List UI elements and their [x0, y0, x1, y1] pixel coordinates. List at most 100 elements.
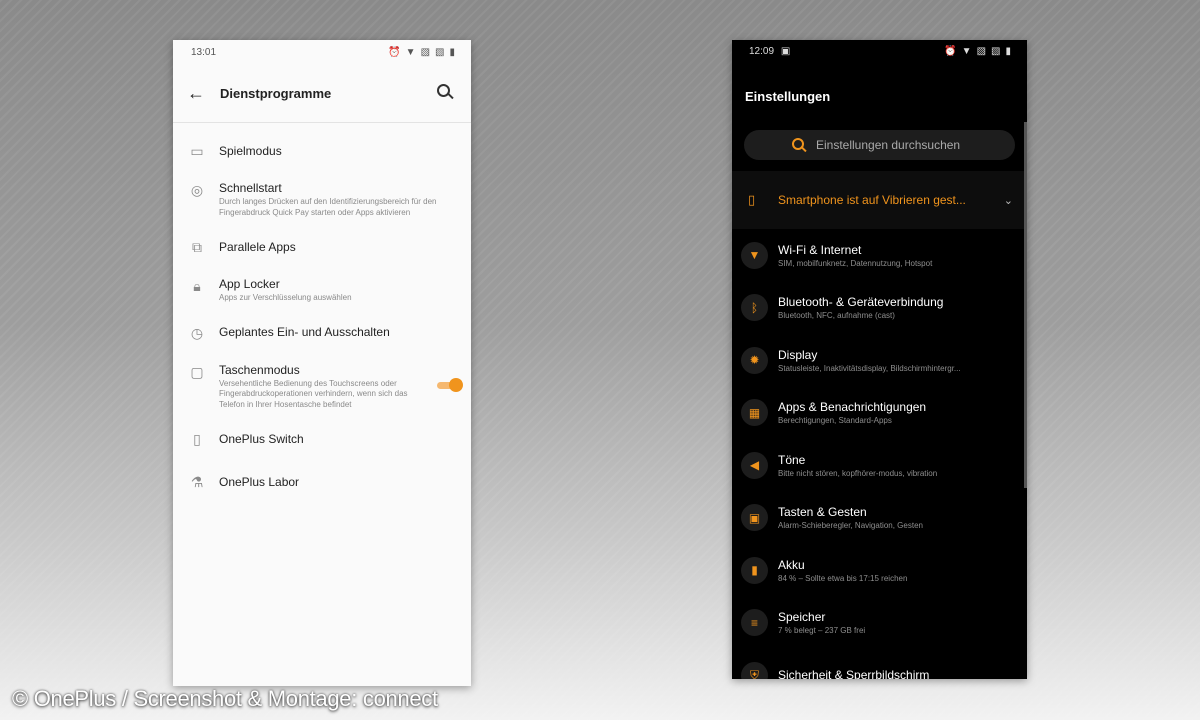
list-item[interactable]: 🔒︎ App Locker Apps zur Verschlüsselung aus… [173, 268, 471, 311]
list-item-text: OnePlus Switch [219, 430, 461, 448]
settings-item-title: Töne [778, 452, 806, 467]
settings-item[interactable]: ◀ Töne Bitte nicht stören, kopfhörer-modus… [732, 439, 1027, 492]
status-bar: 13:01 ⏰ ▼ ▧ ▧ ▮ [173, 40, 471, 64]
search-icon[interactable] [435, 82, 457, 104]
settings-item[interactable]: ▣ Tasten & Gesten Alarm-Schieberegler, Nav… [732, 492, 1027, 545]
parallel-apps-icon: ⧉ [192, 239, 202, 255]
status-time: 13:01 [191, 46, 217, 58]
settings-item[interactable]: ⛨ Sicherheit & Sperrbildschirm [732, 649, 1027, 679]
settings-item-text: Sicherheit & Sperrbildschirm [778, 667, 929, 679]
settings-item[interactable]: ▦ Apps & Benachrichtigungen Berechtigungen… [732, 387, 1027, 440]
settings-item-text: Apps & Benachrichtigungen Berechtigungen,… [778, 399, 926, 426]
alarm-icon: ⏰ [388, 46, 401, 58]
settings-item-subtitle: Berechtigungen, Standard-Apps [778, 416, 892, 426]
settings-item-title: Wi-Fi & Internet [778, 242, 862, 257]
app-bar: ← Dienstprogramme [173, 64, 471, 123]
list-item[interactable]: ▢ Taschenmodus Versehentliche Bedienung de… [173, 354, 471, 418]
alarm-icon: ⏰ [944, 45, 957, 57]
security-icon: ⛨ [741, 661, 768, 679]
flask-icon: ⚗ [190, 474, 204, 490]
dark-phone-screen: 12:09 ▣ ⏰ ▼ ▧ ▧ ▮ Einstellungen Einstell… [732, 40, 1027, 679]
settings-item-title: Display [778, 347, 818, 362]
bluetooth-icon: ᛒ [741, 294, 768, 322]
gamepad-icon: ▭ [190, 143, 204, 159]
settings-item[interactable]: ≡ Speicher 7 % belegt – 237 GB frei [732, 597, 1027, 650]
lock-icon: 🔒︎ [193, 278, 201, 294]
image-credit: © OnePlus / Screenshot & Montage: connec… [12, 686, 438, 711]
settings-item-text: Töne Bitte nicht stören, kopfhörer-modus,… [778, 452, 937, 479]
list-item-title: Spielmodus [219, 143, 282, 158]
settings-item-title: Sicherheit & Sperrbildschirm [778, 668, 930, 679]
settings-item-title: Apps & Benachrichtigungen [778, 400, 927, 415]
settings-item-subtitle: SIM, mobilfunknetz, Datennutzung, Hotspo… [778, 258, 933, 268]
phone-switch-icon: ▯ [193, 431, 201, 447]
scrollbar[interactable] [1024, 122, 1027, 488]
search-placeholder: Einstellungen durchsuchen [816, 138, 961, 152]
list-item-title: OnePlus Labor [219, 474, 300, 489]
list-item-title: Schnellstart [219, 181, 282, 195]
settings-item-title: Tasten & Gesten [778, 505, 867, 520]
search-icon [790, 136, 807, 153]
settings-item[interactable]: ▮ Akku 84 % – Sollte etwa bis 17:15 reiche… [732, 544, 1027, 597]
storage-icon: ≡ [741, 609, 768, 637]
settings-item[interactable]: ▼ Wi-Fi & Internet SIM, mobilfunknetz, Dat… [732, 229, 1027, 282]
list-item-title: Parallele Apps [219, 239, 296, 254]
status-icons: ⏰ ▼ ▧ ▧ ▮ [388, 47, 455, 58]
light-phone-screen: 13:01 ⏰ ▼ ▧ ▧ ▮ ← Dienstprogramme ▭ Spiel… [173, 40, 471, 686]
list-item-text: Parallele Apps [219, 238, 461, 256]
list-item[interactable]: ◷ Geplantes Ein- und Ausschalten [173, 311, 471, 354]
settings-item[interactable]: ✹ Display Statusleiste, Inaktivitätsdispla… [732, 334, 1027, 387]
status-icons: ⏰ ▼ ▧ ▧ ▮ [944, 46, 1011, 57]
list-item-text: Geplantes Ein- und Ausschalten [219, 323, 461, 341]
utilities-list: ▭ Spielmodus ◎ Schnellstart Durch langes Drü… [173, 123, 471, 503]
list-item[interactable]: ▭ Spielmodus [173, 129, 471, 172]
suggestion-label: Smartphone ist auf Vibrieren gest... [778, 193, 966, 207]
battery-icon: ▮ [1005, 45, 1011, 57]
no-sim-icon: ▧ [991, 45, 1001, 57]
pocket-icon: ▢ [190, 363, 204, 380]
list-item[interactable]: ⧉ Parallele Apps [173, 225, 471, 268]
no-sim-icon: ▧ [435, 46, 445, 58]
wifi-icon: ▼ [961, 45, 972, 57]
settings-item-subtitle: 84 % – Sollte etwa bis 17:15 reichen [778, 573, 908, 583]
speaker-icon: ◀ [741, 451, 768, 479]
image-icon: ▣ [780, 45, 791, 57]
pocket-mode-toggle[interactable] [437, 378, 463, 393]
list-item[interactable]: ▯ OnePlus Switch [173, 417, 471, 460]
settings-item-title: Speicher [778, 610, 826, 625]
settings-item-subtitle: Bluetooth, NFC, aufnahme (cast) [778, 311, 895, 321]
brightness-icon: ✹ [741, 346, 768, 374]
back-arrow-icon[interactable]: ← [187, 83, 207, 103]
list-item-title: App Locker [219, 277, 280, 291]
wifi-icon: ▼ [405, 46, 416, 58]
wifi-icon: ▼ [741, 241, 768, 269]
settings-item-text: Wi-Fi & Internet SIM, mobilfunknetz, Date… [778, 242, 932, 269]
apps-grid-icon: ▦ [741, 399, 768, 427]
list-item-title: Geplantes Ein- und Ausschalten [219, 325, 390, 339]
settings-item[interactable]: ᛒ Bluetooth- & Geräteverbindung Bluetooth,… [732, 282, 1027, 335]
chevron-down-icon[interactable]: ⌄ [1004, 194, 1013, 207]
status-time: 12:09 [749, 45, 775, 57]
list-item-text: App Locker Apps zur Verschlüsselung auswä… [219, 275, 461, 304]
battery-icon: ▮ [449, 46, 455, 58]
settings-item-title: Bluetooth- & Geräteverbindung [778, 295, 944, 310]
fingerprint-icon: ◎ [190, 182, 204, 198]
settings-item-text: Akku 84 % – Sollte etwa bis 17:15 reichen [778, 557, 907, 584]
vibrate-suggestion-card[interactable]: ▯ Smartphone ist auf Vibrieren gest... ⌄ [732, 171, 1027, 229]
list-item[interactable]: ◎ Schnellstart Durch langes Drücken auf de… [173, 172, 471, 225]
settings-item-subtitle: Statusleiste, Inaktivitätsdisplay, Bilds… [778, 363, 961, 373]
buttons-icon: ▣ [741, 504, 768, 532]
settings-item-subtitle: Alarm-Schieberegler, Navigation, Gesten [778, 521, 923, 531]
list-item-text: OnePlus Labor [219, 473, 461, 491]
list-item-title: Taschenmodus [219, 362, 300, 377]
settings-search-input[interactable]: Einstellungen durchsuchen [744, 130, 1015, 160]
settings-item-text: Tasten & Gesten Alarm-Schieberegler, Navi… [778, 504, 923, 531]
page-title: Dienstprogramme [220, 85, 332, 101]
list-item-subtitle: Apps zur Verschlüsselung auswählen [219, 293, 352, 302]
settings-item-title: Akku [778, 557, 805, 572]
page-title: Einstellungen [745, 88, 831, 104]
list-item-subtitle: Durch langes Drücken auf den Identifizie… [219, 197, 437, 217]
list-item-subtitle: Versehentliche Bedienung des Touchscreen… [219, 378, 408, 409]
list-item[interactable]: ⚗ OnePlus Labor [173, 460, 471, 503]
settings-item-text: Bluetooth- & Geräteverbindung Bluetooth, … [778, 294, 943, 321]
